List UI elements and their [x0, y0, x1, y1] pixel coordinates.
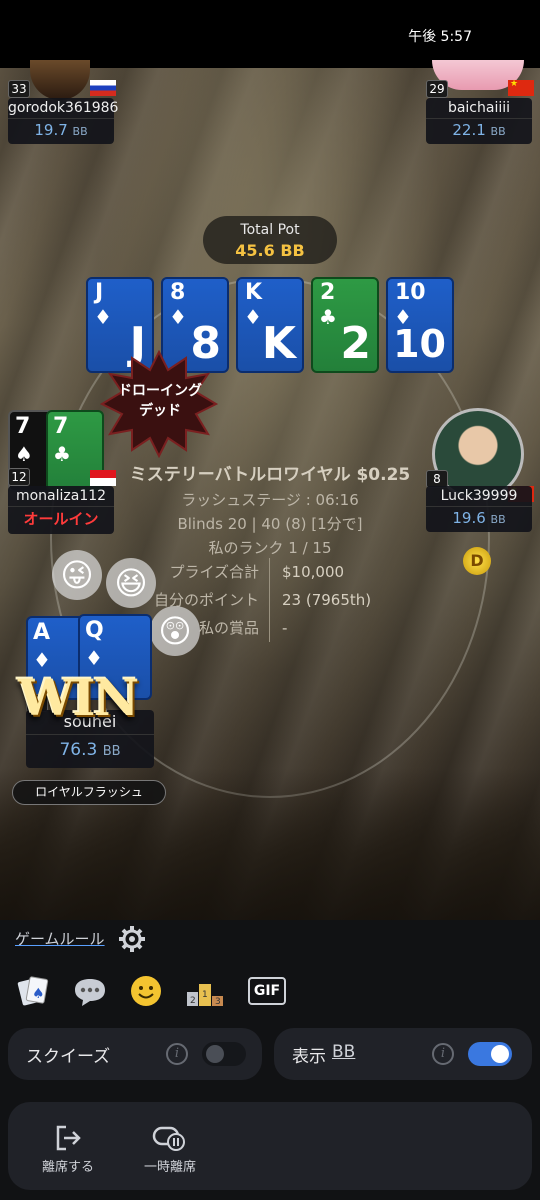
player-stack: 19.6 BB	[426, 506, 532, 531]
svg-text:2: 2	[190, 996, 196, 1006]
player-name: monaliza112	[15, 488, 107, 504]
tournament-stage: ラッシュステージ : 06:16	[181, 491, 359, 509]
gif-icon[interactable]: GIF	[248, 977, 286, 1005]
cards-icon[interactable]: ♠	[16, 974, 50, 1008]
player-level-badge: 29	[426, 80, 448, 98]
tournament-rank: 私のランク 1 / 15	[208, 539, 332, 557]
china-flag-icon	[508, 79, 534, 96]
sit-out-icon[interactable]	[152, 1124, 186, 1152]
tournament-blinds: Blinds 20 | 40 (8) [1分で]	[177, 515, 363, 533]
svg-text:♠: ♠	[32, 986, 45, 1002]
tournament-title: ミステリーバトルロワイヤル $0.25	[129, 465, 411, 485]
player-level-badge: 12	[8, 468, 30, 486]
action-bar	[8, 1102, 532, 1190]
sit-out-button[interactable]: 一時離席	[130, 1156, 210, 1175]
total-pot: Total Pot 45.6 BB	[203, 216, 337, 264]
community-card-4: 2 ♣ 2	[311, 277, 379, 373]
game-rules-link[interactable]: ゲームルール	[15, 928, 105, 949]
player-seat-gorodok[interactable]: gorodok361986 19.7 BB	[8, 98, 119, 144]
svg-text:3: 3	[215, 997, 221, 1007]
display-toggle[interactable]	[468, 1042, 512, 1066]
player-name: Luck39999	[440, 488, 518, 504]
community-card-5: 10 ♦ 10	[386, 277, 454, 373]
player-stack: 19.7 BB	[8, 118, 114, 143]
pot-value: 45.6 BB	[235, 241, 305, 260]
player-level-badge: 33	[8, 80, 30, 98]
chat-icon[interactable]	[72, 976, 108, 1008]
status-time: 午後 5:57	[408, 29, 472, 45]
leave-seat-button[interactable]: 離席する	[28, 1156, 108, 1175]
spade-icon: ♠	[15, 442, 33, 466]
player-seat-monaliza[interactable]: monaliza112 オールイン	[8, 486, 114, 534]
info-icon[interactable]: i	[432, 1043, 454, 1065]
player-name: gorodok361986	[8, 100, 119, 116]
russia-flag-icon	[90, 80, 116, 96]
player-seat-baichaiiii[interactable]: baichaiiii 22.1 BB	[426, 98, 532, 144]
leaderboard-icon[interactable]: 213	[185, 978, 225, 1008]
hand-name-badge: ロイヤルフラッシュ	[12, 780, 166, 805]
dealer-button-icon: D	[463, 547, 491, 575]
stats-row: プライズ合計 $10,000	[130, 558, 390, 586]
hero-stack: 76.3 BB	[26, 734, 154, 767]
tournament-info: ミステリーバトルロワイヤル $0.25 ラッシュステージ : 06:16 Bli…	[110, 462, 430, 560]
club-icon: ♣	[319, 305, 337, 329]
emoji-reaction-icon: 😜	[52, 550, 102, 600]
emoji-reaction-icon: 😲	[150, 606, 200, 656]
club-icon: ♣	[53, 442, 71, 466]
squeeze-toggle[interactable]	[202, 1042, 246, 1066]
squeeze-label: スクイーズ	[26, 1047, 111, 1067]
emoji-icon[interactable]	[129, 974, 163, 1008]
diamond-icon: ♦	[94, 305, 112, 329]
diamond-icon: ♦	[85, 646, 103, 670]
exit-icon[interactable]	[54, 1124, 82, 1152]
win-banner: WIN	[18, 668, 139, 727]
player-seat-luck[interactable]: Luck39999 19.6 BB	[426, 486, 532, 532]
emoji-reaction-icon: 😆	[106, 558, 156, 608]
gear-icon[interactable]	[118, 925, 146, 953]
diamond-icon: ♦	[244, 305, 262, 329]
display-unit-link[interactable]: BB	[332, 1042, 355, 1062]
svg-text:1: 1	[202, 990, 208, 1000]
pot-label: Total Pot	[240, 222, 300, 238]
display-label: 表示	[292, 1047, 326, 1067]
community-card-3: K ♦ K	[236, 277, 304, 373]
player-name: baichaiiii	[447, 100, 511, 116]
player-stack: 22.1 BB	[426, 118, 532, 143]
info-icon[interactable]: i	[166, 1043, 188, 1065]
drawing-dead-label: ドローイング デッド	[118, 383, 202, 419]
allin-status: オールイン	[8, 506, 114, 531]
diamond-icon: ♦	[169, 305, 187, 329]
